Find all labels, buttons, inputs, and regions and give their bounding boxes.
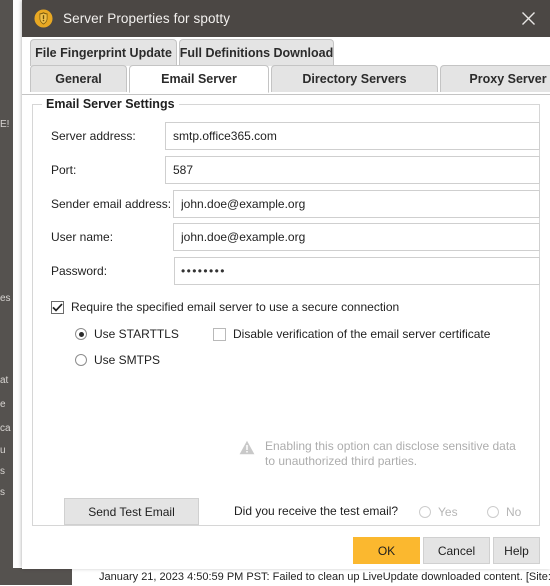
help-button[interactable]: Help xyxy=(493,537,540,564)
password-input[interactable] xyxy=(174,257,540,285)
rail-fragment: e xyxy=(0,399,6,410)
email-server-settings-group: Email Server Settings Server address: Po… xyxy=(32,97,540,526)
tab-strip: File Fingerprint Update Full Definitions… xyxy=(22,37,550,95)
disable-verification-label: Disable verification of the email server… xyxy=(233,327,491,341)
test-email-yes-row[interactable]: Yes xyxy=(419,505,458,519)
label-user-name: User name: xyxy=(51,230,114,244)
status-message: January 21, 2023 4:50:59 PM PST: Failed … xyxy=(99,571,550,583)
port-input[interactable] xyxy=(165,156,540,184)
ok-button[interactable]: OK xyxy=(353,537,420,564)
label-server-address: Server address: xyxy=(51,129,136,143)
field-row-sender-email: Sender email address: xyxy=(33,190,540,218)
certificate-warning-text: Enabling this option can disclose sensit… xyxy=(265,439,516,468)
tab-proxy-server[interactable]: Proxy Server xyxy=(440,65,550,92)
send-test-email-button[interactable]: Send Test Email xyxy=(64,498,199,525)
field-row-port: Port: xyxy=(33,156,540,184)
dialog-titlebar: Server Properties for spotty xyxy=(22,0,550,37)
test-email-yes-label: Yes xyxy=(438,505,458,519)
test-email-question: Did you receive the test email? xyxy=(234,504,399,518)
field-row-user-name: User name: xyxy=(33,223,540,251)
warning-triangle-icon xyxy=(239,440,255,455)
tab-email-server[interactable]: Email Server xyxy=(129,65,269,93)
use-starttls-radio[interactable] xyxy=(75,328,87,340)
disable-verification-row[interactable]: Disable verification of the email server… xyxy=(213,327,490,341)
tab-row-lower: General Email Server Directory Servers P… xyxy=(30,65,550,93)
use-smtps-row[interactable]: Use SMTPS xyxy=(75,353,160,367)
field-row-server-address: Server address: xyxy=(33,122,540,150)
rail-fragment: at xyxy=(0,375,9,386)
server-address-input[interactable] xyxy=(165,122,540,150)
rail-fragment: s xyxy=(0,466,5,477)
label-port: Port: xyxy=(51,163,77,177)
close-button[interactable] xyxy=(506,0,550,37)
tab-row-upper: File Fingerprint Update Full Definitions… xyxy=(30,39,336,66)
certificate-warning: Enabling this option can disclose sensit… xyxy=(239,439,529,469)
field-row-password: Password: •••••••• xyxy=(33,257,540,285)
group-title: Email Server Settings xyxy=(42,97,179,111)
rail-fragment: ca xyxy=(0,423,11,434)
tab-file-fingerprint-update[interactable]: File Fingerprint Update xyxy=(30,39,177,66)
user-name-input[interactable] xyxy=(173,223,540,251)
require-secure-connection-row[interactable]: Require the specified email server to us… xyxy=(51,300,399,314)
test-email-no-radio[interactable] xyxy=(487,506,499,518)
shield-icon xyxy=(34,9,53,28)
disable-verification-checkbox[interactable] xyxy=(213,327,226,341)
sender-email-address-input[interactable] xyxy=(173,190,540,218)
require-secure-connection-label: Require the specified email server to us… xyxy=(71,300,400,314)
use-starttls-row[interactable]: Use STARTTLS xyxy=(75,327,179,341)
dialog-title: Server Properties for spotty xyxy=(63,11,231,26)
rail-fragment: es xyxy=(0,293,11,304)
close-icon xyxy=(521,12,535,25)
tab-general[interactable]: General xyxy=(30,65,127,92)
use-smtps-label: Use SMTPS xyxy=(94,353,161,367)
dialog-footer: OK Cancel Help xyxy=(22,531,550,569)
rail-fragment: E! xyxy=(0,119,10,130)
test-email-no-row[interactable]: No xyxy=(487,505,521,519)
test-email-yes-radio[interactable] xyxy=(419,506,431,518)
cancel-button[interactable]: Cancel xyxy=(423,537,490,564)
test-email-no-label: No xyxy=(506,505,522,519)
rail-fragment: s xyxy=(0,487,5,498)
label-password: Password: xyxy=(51,264,108,278)
background-left-rail: E! es at e ca u s s xyxy=(0,0,13,568)
checkmark-icon xyxy=(52,303,63,312)
dialog-body: Email Server Settings Server address: Po… xyxy=(22,95,550,569)
background-statusbar-left-block xyxy=(0,568,72,585)
use-starttls-label: Use STARTTLS xyxy=(94,327,179,341)
label-sender-email-address: Sender email address: xyxy=(51,197,172,211)
server-properties-dialog: Server Properties for spotty File Finger… xyxy=(22,0,550,569)
require-secure-connection-checkbox[interactable] xyxy=(51,300,64,314)
use-smtps-radio[interactable] xyxy=(75,354,87,366)
password-masked-value: •••••••• xyxy=(181,264,226,278)
tab-directory-servers[interactable]: Directory Servers xyxy=(271,65,438,92)
tab-full-definitions-download[interactable]: Full Definitions Download xyxy=(179,39,334,66)
rail-fragment: u xyxy=(0,445,6,456)
